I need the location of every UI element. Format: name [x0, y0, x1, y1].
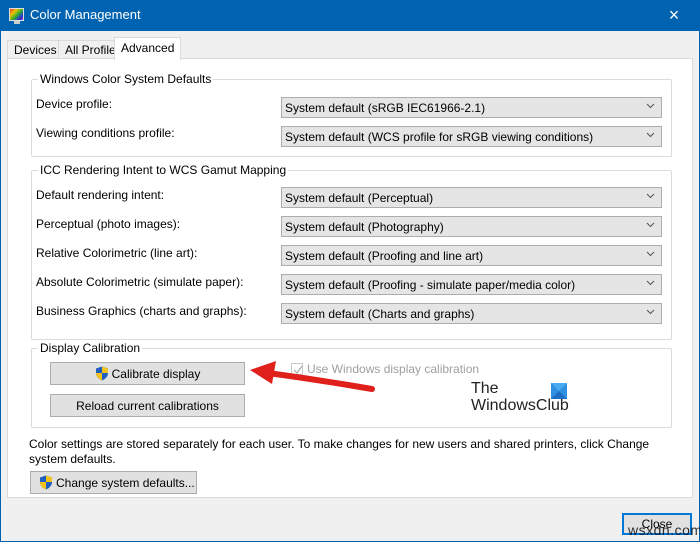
absolute-colorimetric-value: System default (Proofing - simulate pape…: [285, 278, 576, 292]
absolute-colorimetric-select[interactable]: System default (Proofing - simulate pape…: [281, 274, 662, 295]
windows-logo-icon: [551, 383, 567, 399]
tab-devices[interactable]: Devices: [7, 40, 64, 59]
chevron-down-icon: [646, 103, 655, 109]
chevron-down-icon: [646, 193, 655, 199]
watermark-line-2: WindowsClub: [471, 397, 569, 414]
business-graphics-label: Business Graphics (charts and graphs):: [36, 304, 247, 318]
business-graphics-select[interactable]: System default (Charts and graphs): [281, 303, 662, 324]
display-calibration-legend: Display Calibration: [38, 341, 143, 355]
perceptual-value: System default (Photography): [285, 220, 444, 234]
device-profile-value: System default (sRGB IEC61966-2.1): [285, 101, 486, 115]
use-windows-calibration-label: Use Windows display calibration: [307, 362, 480, 376]
viewing-conditions-select[interactable]: System default (WCS profile for sRGB vie…: [281, 126, 662, 147]
relative-colorimetric-label: Relative Colorimetric (line art):: [36, 246, 198, 260]
uac-shield-icon: [95, 366, 108, 381]
chevron-down-icon: [646, 251, 655, 257]
color-management-window: Color Management × Devices All Profiles …: [0, 0, 700, 542]
checkmark-icon: [293, 365, 303, 375]
reload-calibrations-label: Reload current calibrations: [76, 398, 219, 413]
chevron-down-icon: [646, 222, 655, 228]
chevron-down-icon: [646, 132, 655, 138]
viewing-conditions-value: System default (WCS profile for sRGB vie…: [285, 130, 594, 144]
default-rendering-intent-select[interactable]: System default (Perceptual): [281, 187, 662, 208]
viewing-conditions-label: Viewing conditions profile:: [36, 126, 175, 140]
chevron-down-icon: [646, 309, 655, 315]
device-profile-label: Device profile:: [36, 97, 113, 111]
color-management-app-icon: [9, 8, 24, 24]
change-system-defaults-button[interactable]: Change system defaults...: [30, 471, 197, 494]
advanced-tab-panel: Windows Color System Defaults Device pro…: [7, 58, 693, 498]
color-settings-info-text: Color settings are stored separately for…: [29, 437, 650, 466]
dialog-client-area: Devices All Profiles Advanced Windows Co…: [1, 31, 699, 541]
perceptual-select[interactable]: System default (Photography): [281, 216, 662, 237]
title-bar: Color Management ×: [0, 0, 700, 31]
uac-shield-icon: [40, 475, 52, 490]
default-rendering-intent-value: System default (Perceptual): [285, 191, 434, 205]
close-window-icon[interactable]: ×: [654, 2, 694, 29]
site-watermark: wsxdn.com: [628, 522, 700, 538]
chevron-down-icon: [646, 280, 655, 286]
reload-calibrations-button[interactable]: Reload current calibrations: [50, 394, 245, 417]
change-system-defaults-label: Change system defaults...: [56, 475, 195, 490]
default-rendering-intent-label: Default rendering intent:: [36, 188, 165, 202]
icc-mapping-legend: ICC Rendering Intent to WCS Gamut Mappin…: [38, 163, 289, 177]
window-title: Color Management: [30, 7, 141, 22]
relative-colorimetric-select[interactable]: System default (Proofing and line art): [281, 245, 662, 266]
business-graphics-value: System default (Charts and graphs): [285, 307, 475, 321]
absolute-colorimetric-label: Absolute Colorimetric (simulate paper):: [36, 275, 244, 289]
device-profile-select[interactable]: System default (sRGB IEC61966-2.1): [281, 97, 662, 118]
use-windows-calibration-checkbox[interactable]: Use Windows display calibration: [291, 362, 479, 376]
checkbox-box[interactable]: [291, 363, 303, 375]
tab-advanced[interactable]: Advanced: [114, 37, 182, 60]
wcs-defaults-legend: Windows Color System Defaults: [38, 72, 214, 86]
relative-colorimetric-value: System default (Proofing and line art): [285, 249, 484, 263]
perceptual-label: Perceptual (photo images):: [36, 217, 181, 231]
calibrate-display-button[interactable]: Calibrate display: [50, 362, 245, 385]
calibrate-display-label: Calibrate display: [111, 366, 201, 381]
